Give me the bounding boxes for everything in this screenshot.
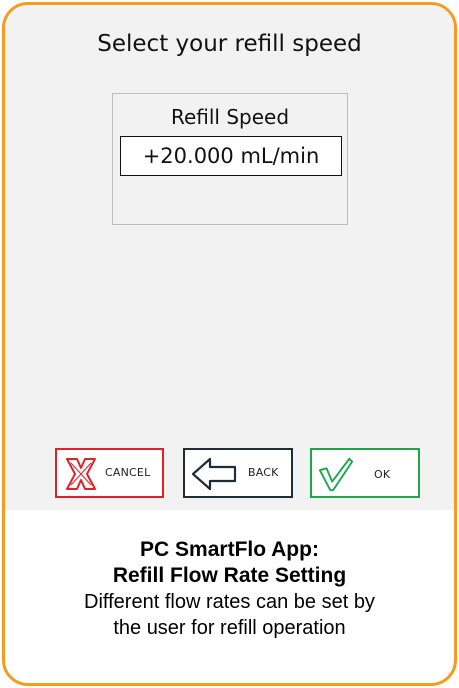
- refill-speed-input[interactable]: +20.000 mL/min: [120, 136, 342, 176]
- refill-speed-label: Refill Speed: [170, 105, 290, 129]
- cancel-label: CANCEL: [105, 466, 151, 479]
- back-button[interactable]: BACK: [183, 448, 293, 498]
- cancel-button[interactable]: CANCEL: [55, 448, 164, 498]
- arrow-left-icon: [191, 457, 237, 491]
- caption-line-4: the user for refill operation: [113, 617, 346, 639]
- caption: PC SmartFlo App: Refill Flow Rate Settin…: [5, 537, 454, 641]
- caption-line-2: Refill Flow Rate Setting: [112, 564, 347, 587]
- caption-line-3: Different flow rates can be set by: [84, 591, 375, 613]
- slide-frame: Select your refill speed Refill Speed +2…: [2, 2, 457, 686]
- ok-button[interactable]: OK: [310, 448, 420, 498]
- back-label: BACK: [248, 466, 279, 479]
- screen-title: Select your refill speed: [97, 31, 362, 57]
- refill-speed-panel: Refill Speed +20.000 mL/min: [112, 93, 348, 225]
- app-screen: Select your refill speed Refill Speed +2…: [5, 5, 454, 510]
- caption-line-1: PC SmartFlo App:: [140, 538, 319, 561]
- checkmark-icon: [318, 457, 354, 492]
- ok-label: OK: [374, 468, 391, 481]
- cancel-x-icon: [66, 458, 96, 490]
